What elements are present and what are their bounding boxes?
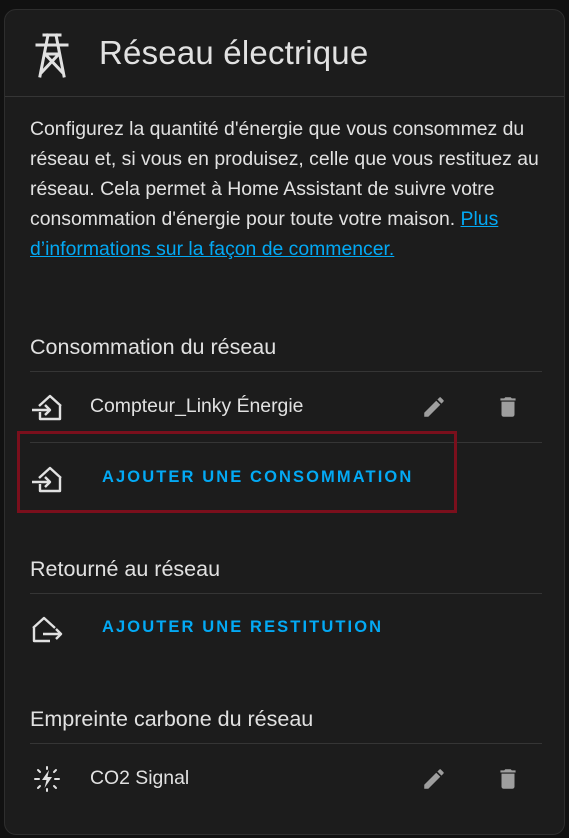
card-header: Réseau électrique bbox=[5, 10, 564, 96]
consumption-source-row: Compteur_Linky Énergie bbox=[30, 372, 542, 442]
trash-icon bbox=[500, 397, 516, 417]
pencil-icon bbox=[424, 397, 444, 417]
header-divider bbox=[5, 96, 564, 97]
consumption-section-title: Consommation du réseau bbox=[30, 335, 277, 359]
carbon-source-row: CO2 Signal bbox=[30, 744, 542, 814]
consumption-source-label: Compteur_Linky Énergie bbox=[90, 395, 304, 417]
delete-carbon-button[interactable] bbox=[488, 759, 528, 799]
description: Configurez la quantité d'énergie que vou… bbox=[30, 114, 545, 264]
grid-settings-card: Réseau électrique Configurez la quantité… bbox=[4, 9, 565, 835]
card-title: Réseau électrique bbox=[99, 34, 369, 71]
transmission-tower-import-icon bbox=[32, 394, 62, 421]
leaf-lightning-icon bbox=[34, 766, 60, 792]
carbon-source-label: CO2 Signal bbox=[90, 767, 190, 789]
transmission-tower-export-icon bbox=[32, 616, 63, 643]
edit-consumption-button[interactable] bbox=[414, 387, 454, 427]
add-consumption-row[interactable]: AJOUTER UNE CONSOMMATION bbox=[30, 444, 542, 514]
transmission-tower-import-icon bbox=[32, 466, 62, 493]
carbon-section-title: Empreinte carbone du réseau bbox=[30, 707, 314, 731]
delete-consumption-button[interactable] bbox=[488, 387, 528, 427]
consumption-row-divider bbox=[30, 442, 542, 443]
edit-carbon-button[interactable] bbox=[414, 759, 454, 799]
add-return-button[interactable]: AJOUTER UNE RESTITUTION bbox=[102, 618, 383, 637]
trash-icon bbox=[500, 769, 516, 789]
pencil-icon bbox=[424, 769, 444, 789]
return-section-title: Retourné au réseau bbox=[30, 557, 221, 581]
transmission-tower-icon bbox=[35, 33, 69, 78]
add-return-row[interactable]: AJOUTER UNE RESTITUTION bbox=[30, 594, 542, 664]
add-consumption-button[interactable]: AJOUTER UNE CONSOMMATION bbox=[102, 468, 413, 487]
